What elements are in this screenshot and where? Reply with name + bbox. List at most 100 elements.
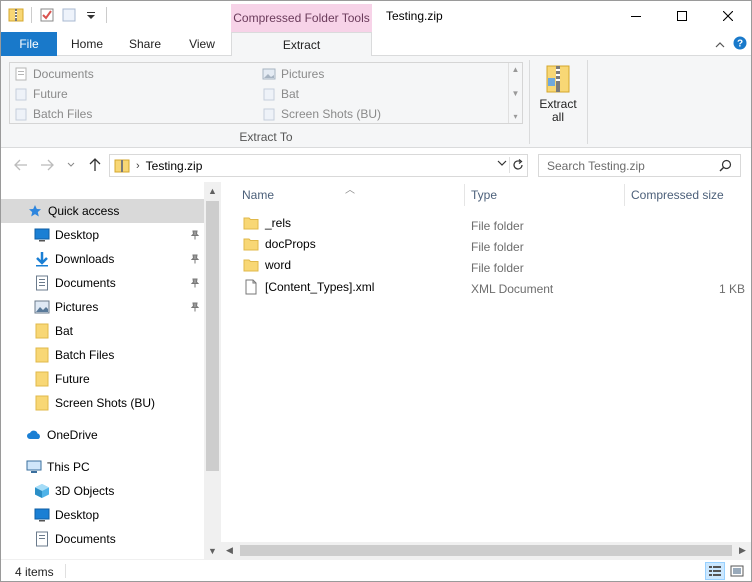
- gallery-scroll[interactable]: ▲ ▼ ▾: [508, 63, 522, 123]
- star-icon: [27, 203, 43, 219]
- large-icons-view-button[interactable]: [727, 562, 747, 580]
- nav-item-pictures[interactable]: Pictures: [1, 295, 204, 319]
- desktop-icon: [34, 507, 50, 523]
- large-icons-view-icon: [730, 565, 744, 577]
- quick-access-toolbar: [7, 6, 109, 24]
- pictures-icon: [34, 299, 50, 315]
- nav-item-documents[interactable]: Documents: [1, 271, 204, 295]
- scroll-left-icon[interactable]: ◀: [221, 542, 238, 559]
- chevron-up-icon[interactable]: ▲: [512, 65, 520, 74]
- new-folder-icon[interactable]: [60, 6, 78, 24]
- file-row[interactable]: _rels File folder: [221, 214, 751, 235]
- extract-all-button[interactable]: Extract all: [533, 62, 583, 126]
- horizontal-scroll-thumb[interactable]: [240, 545, 732, 556]
- ribbon-tabs: File Home Share View Extract ?: [1, 32, 751, 57]
- collapse-ribbon-icon[interactable]: [715, 38, 725, 52]
- address-history-icon[interactable]: [497, 158, 507, 169]
- refresh-button[interactable]: [509, 157, 525, 173]
- gallery-more-icon[interactable]: ▾: [513, 112, 517, 121]
- item-count: 4 items: [15, 565, 54, 579]
- help-icon[interactable]: ?: [733, 36, 747, 53]
- breadcrumb[interactable]: Testing.zip: [146, 159, 203, 173]
- back-button[interactable]: [13, 157, 29, 173]
- xml-file-icon: [245, 279, 257, 295]
- destination-future[interactable]: Future: [14, 84, 68, 104]
- chevron-down-icon[interactable]: ▼: [512, 89, 520, 98]
- tab-home[interactable]: Home: [57, 32, 117, 56]
- nav-item-batch-files[interactable]: Batch Files: [1, 343, 204, 367]
- pin-icon[interactable]: [190, 229, 200, 243]
- destination-bat[interactable]: Bat: [262, 84, 299, 104]
- pin-icon[interactable]: [190, 301, 200, 315]
- view-switcher: [705, 562, 747, 580]
- file-row[interactable]: docProps File folder: [221, 235, 751, 256]
- recent-locations-button[interactable]: [63, 157, 79, 173]
- folder-icon: [263, 88, 275, 101]
- nav-item-screen-shots[interactable]: Screen Shots (BU): [1, 391, 204, 415]
- title-bar: Compressed Folder Tools Testing.zip: [1, 1, 751, 32]
- forward-button[interactable]: [39, 157, 55, 173]
- search-icon[interactable]: [719, 159, 732, 175]
- column-header-compressed-size[interactable]: Compressed size: [623, 182, 751, 208]
- destination-batch-files[interactable]: Batch Files: [14, 104, 92, 124]
- cloud-icon: [26, 427, 42, 443]
- nav-onedrive[interactable]: OneDrive: [1, 423, 204, 447]
- file-row[interactable]: [Content_Types].xml XML Document 1 KB: [221, 277, 751, 298]
- folder-icon: [34, 371, 50, 387]
- nav-item-pc-desktop[interactable]: Desktop: [1, 503, 204, 527]
- ribbon-extract-panel: Documents Pictures Future Bat Batch File…: [1, 56, 751, 148]
- window-controls: [613, 1, 751, 31]
- tab-share[interactable]: Share: [117, 32, 173, 56]
- nav-item-future[interactable]: Future: [1, 367, 204, 391]
- desktop-icon: [34, 227, 50, 243]
- nav-item-bat[interactable]: Bat: [1, 319, 204, 343]
- column-header-name[interactable]: Name: [234, 182, 464, 208]
- scroll-right-icon[interactable]: ▶: [734, 542, 751, 559]
- pin-icon[interactable]: [190, 253, 200, 267]
- column-header-type[interactable]: Type: [463, 182, 623, 208]
- customize-qat-icon[interactable]: [82, 6, 100, 24]
- folder-icon: [15, 108, 27, 121]
- horizontal-scrollbar[interactable]: ◀ ▶: [221, 542, 751, 559]
- nav-item-pc-documents[interactable]: Documents: [1, 527, 204, 551]
- breadcrumb-chevron-icon[interactable]: ›: [136, 160, 140, 172]
- folder-icon: [243, 238, 259, 251]
- scroll-down-icon[interactable]: ▼: [204, 542, 221, 559]
- minimize-button[interactable]: [613, 1, 659, 31]
- ribbon-divider: [587, 60, 588, 144]
- folder-icon: [34, 395, 50, 411]
- ribbon-divider: [529, 60, 530, 144]
- qat-separator: [106, 7, 107, 23]
- nav-item-downloads[interactable]: Downloads: [1, 247, 204, 271]
- tab-extract[interactable]: Extract: [231, 32, 372, 57]
- tab-view[interactable]: View: [173, 32, 231, 56]
- svg-text:?: ?: [737, 39, 743, 50]
- maximize-button[interactable]: [659, 1, 705, 31]
- nav-quick-access[interactable]: Quick access: [1, 199, 204, 223]
- nav-scrollbar[interactable]: ▲ ▼: [204, 182, 221, 559]
- details-view-button[interactable]: [705, 562, 725, 580]
- up-button[interactable]: [87, 157, 103, 173]
- nav-item-3d-objects[interactable]: 3D Objects: [1, 479, 204, 503]
- nav-item-desktop[interactable]: Desktop: [1, 223, 204, 247]
- destination-documents[interactable]: Documents: [14, 64, 94, 84]
- nav-scroll-thumb[interactable]: [206, 201, 219, 471]
- address-bar[interactable]: › Testing.zip: [109, 154, 528, 177]
- documents-icon: [34, 275, 50, 291]
- scroll-up-icon[interactable]: ▲: [204, 182, 221, 199]
- status-divider: [65, 564, 66, 578]
- nav-this-pc[interactable]: This PC: [1, 455, 204, 479]
- search-input[interactable]: [547, 158, 717, 173]
- qat-separator: [31, 7, 32, 23]
- destination-pictures[interactable]: Pictures: [262, 64, 324, 84]
- tab-file[interactable]: File: [1, 32, 57, 56]
- search-box[interactable]: [538, 154, 741, 177]
- file-row[interactable]: word File folder: [221, 256, 751, 277]
- properties-icon[interactable]: [38, 6, 56, 24]
- destination-screen-shots[interactable]: Screen Shots (BU): [262, 104, 381, 124]
- pin-icon[interactable]: [190, 277, 200, 291]
- context-tab-group-label: Compressed Folder Tools: [231, 4, 372, 32]
- file-list: ︿ Name Type Compressed size _rels File f…: [221, 182, 751, 559]
- close-button[interactable]: [705, 1, 751, 31]
- computer-icon: [26, 459, 42, 475]
